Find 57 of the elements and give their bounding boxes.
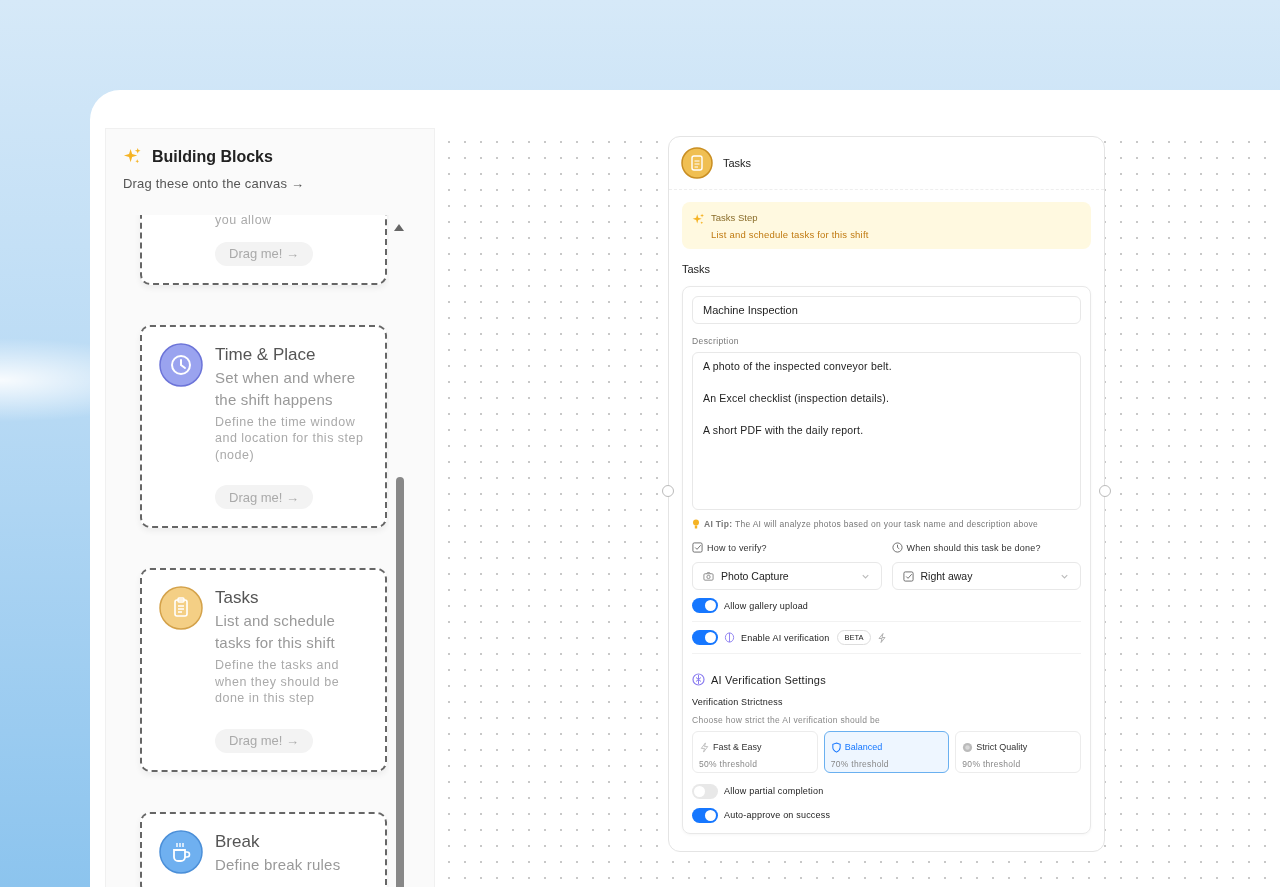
node-panel[interactable]	[668, 136, 1105, 852]
strictness-option[interactable]: Balanced 70% threshold	[823, 731, 950, 773]
block-subtitle: Set when and where the shift happens	[215, 367, 357, 410]
shield-icon	[830, 741, 842, 753]
scroll-up-icon[interactable]	[394, 224, 404, 231]
description-field[interactable]: A photo of the inspected conveyor belt. An Excel checklist (inspection details). A short PDF with the daily report.	[692, 352, 1081, 510]
block-card[interactable]: Tasks List and schedule tasks for this shift Define the tasks and when they should be done in this step Drag me! →	[140, 568, 387, 772]
cup-icon	[159, 829, 203, 874]
toggle-label: Allow gallery upload	[724, 600, 809, 611]
sparkle-icon	[692, 213, 705, 226]
block-subtitle: Define break rules	[215, 854, 341, 875]
field-label: How to verify?	[707, 542, 767, 553]
clipboard-icon	[681, 147, 713, 179]
banner-text: List and schedule tasks for this shift	[711, 229, 869, 240]
scrollbar-thumb[interactable]	[395, 477, 404, 887]
bolt-icon	[876, 632, 887, 643]
block-title: Break	[215, 830, 260, 853]
clock-icon	[159, 342, 203, 387]
settings-heading: AI Verification Settings	[711, 673, 826, 686]
sparkle-icon	[123, 147, 142, 166]
field-label: Description	[692, 336, 740, 346]
connection-handle[interactable]	[662, 485, 674, 497]
task-name-field[interactable]: Machine Inspection	[692, 296, 1081, 324]
block-title: Time & Place	[215, 343, 316, 366]
toggle-label: Auto-approve on success	[724, 810, 831, 820]
hint-text: Choose how strict the AI verification should be	[692, 715, 881, 725]
field-label: Verification Strictness	[692, 697, 784, 707]
strictness-option[interactable]: Fast & Easy 50% threshold	[692, 731, 818, 773]
node-title: Tasks	[723, 157, 752, 169]
clock-icon	[891, 542, 903, 553]
verify-method-dropdown[interactable]: Photo Capture	[692, 562, 882, 590]
camera-icon	[703, 570, 714, 582]
checkbox-icon	[692, 542, 703, 553]
checkbox-icon	[902, 570, 914, 582]
field-label: When should this task be done?	[906, 542, 1041, 553]
banner-title: Tasks Step	[711, 212, 759, 223]
section-label: Tasks	[682, 263, 712, 275]
block-subtitle: List and schedule tasks for this shift	[215, 611, 337, 653]
timing-dropdown[interactable]: Right away	[891, 562, 1081, 590]
block-card[interactable]: Time & Place Set when and where the shift happens Define the time window and location for this step (node) Drag me! →	[140, 324, 387, 528]
toggle-switch[interactable]	[692, 598, 718, 613]
toggle-label: Enable AI verification	[741, 632, 830, 643]
block-description: Define the time window and location for this step (node)	[215, 413, 365, 463]
toggle-switch[interactable]	[692, 630, 718, 645]
lightbulb-icon	[692, 519, 700, 529]
toggle-switch[interactable]	[692, 807, 718, 823]
strictness-option[interactable]: Strict Quality 90% threshold	[955, 731, 1081, 773]
clipboard-icon	[159, 586, 203, 630]
bolt-icon	[699, 741, 710, 753]
toggle-label: Allow partial completion	[724, 786, 824, 796]
block-card[interactable]: Break Define break rules	[140, 811, 387, 887]
panel-title: Building Blocks	[152, 147, 273, 166]
block-title: Tasks	[215, 587, 259, 609]
ai-tip-text: AI Tip: The AI will analyze photos based on your task name and description above	[704, 519, 1039, 529]
panel-subtitle: Drag these onto the canvas →	[123, 176, 306, 191]
block-description: Define the tasks and when they should be done in this step	[215, 657, 341, 707]
block-description: you allow	[215, 215, 272, 229]
